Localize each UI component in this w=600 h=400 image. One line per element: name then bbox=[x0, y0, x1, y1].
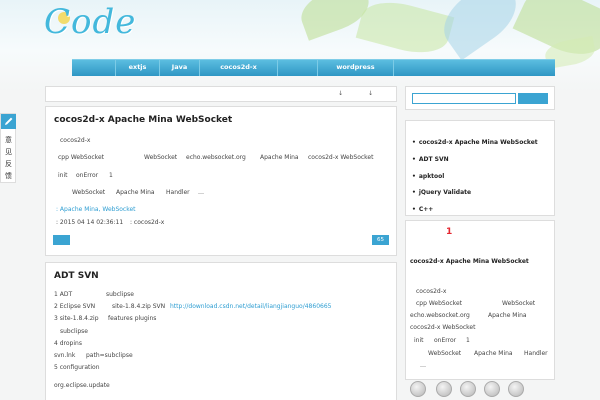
post-excerpt-text: path=subclipse bbox=[86, 352, 133, 359]
nav-item-java[interactable]: Java bbox=[160, 60, 200, 76]
post-title[interactable]: cocos2d-x Apache Mina WebSocket bbox=[54, 115, 232, 125]
search-widget bbox=[405, 86, 555, 110]
nav-item-more[interactable] bbox=[394, 60, 428, 76]
post-card: ADT SVN 1 ADT subclipse 2 Eclipse SVN si… bbox=[45, 262, 397, 400]
post-excerpt-text: site-1.8.4.zip SVN bbox=[112, 303, 166, 310]
recent-post-link[interactable]: apktool bbox=[412, 173, 445, 180]
site-logo[interactable]: Code bbox=[44, 2, 136, 42]
post-excerpt-text: WebSocket bbox=[144, 154, 178, 161]
rss-icon[interactable] bbox=[460, 381, 476, 397]
leaf-decoration bbox=[355, 0, 455, 61]
featured-excerpt: WebSocket bbox=[502, 300, 536, 307]
read-more-button[interactable] bbox=[53, 235, 70, 245]
post-card: cocos2d-x Apache Mina WebSocket cocos2d-… bbox=[45, 106, 397, 256]
featured-excerpt: WebSocket bbox=[428, 350, 462, 357]
post-excerpt-text: 5 configuration bbox=[54, 364, 100, 371]
nav-item-wordpress[interactable]: wordpress bbox=[318, 60, 394, 76]
post-excerpt-line: cocos2d-x bbox=[60, 137, 91, 144]
post-excerpt-text: echo.websocket.org bbox=[186, 154, 246, 161]
feedback-char: 反 bbox=[5, 160, 12, 168]
recent-post-link[interactable]: cocos2d-x Apache Mina WebSocket bbox=[412, 139, 538, 146]
email-icon[interactable] bbox=[484, 381, 500, 397]
main-nav: extjs Java cocos2d-x wordpress bbox=[72, 59, 555, 76]
pencil-icon[interactable] bbox=[1, 114, 16, 129]
featured-excerpt: cocos2d-x bbox=[416, 288, 447, 295]
sort-toolbar: ↓ ↓ bbox=[45, 86, 397, 102]
featured-post-widget: 1 cocos2d-x Apache Mina WebSocket cocos2… bbox=[405, 220, 555, 380]
sort-arrow-1[interactable]: ↓ bbox=[338, 90, 343, 97]
post-excerpt-text: … bbox=[198, 189, 204, 196]
post-excerpt-text: cpp WebSocket bbox=[58, 154, 104, 161]
feedback-char: 意 bbox=[5, 136, 12, 144]
featured-excerpt: Handler bbox=[524, 350, 548, 357]
post-excerpt-text: features plugins bbox=[108, 315, 157, 322]
post-excerpt-text: cocos2d-x WebSocket bbox=[308, 154, 374, 161]
post-excerpt-text: svn.lnk bbox=[54, 352, 76, 359]
featured-excerpt: cpp WebSocket bbox=[416, 300, 462, 307]
feedback-char: 馈 bbox=[5, 172, 12, 180]
post-excerpt-text: Apache Mina bbox=[116, 189, 155, 196]
recent-post-link[interactable]: C++ bbox=[412, 206, 433, 213]
featured-excerpt: 1 bbox=[466, 337, 470, 344]
featured-post-title[interactable]: cocos2d-x Apache Mina WebSocket bbox=[410, 258, 529, 265]
qq-icon[interactable] bbox=[436, 381, 452, 397]
post-excerpt-text: 2 Eclipse SVN bbox=[54, 303, 96, 310]
nav-item-blank[interactable] bbox=[278, 60, 318, 76]
featured-excerpt: echo.websocket.org bbox=[410, 312, 470, 319]
recent-posts-widget: cocos2d-x Apache Mina WebSocket ADT SVN … bbox=[405, 120, 555, 216]
search-input[interactable] bbox=[412, 93, 516, 104]
featured-excerpt: init bbox=[414, 337, 424, 344]
post-title[interactable]: ADT SVN bbox=[54, 271, 99, 281]
post-excerpt-text: init bbox=[58, 172, 68, 179]
post-excerpt-text: WebSocket bbox=[72, 189, 106, 196]
post-tags-link[interactable]: : Apache Mina, WebSocket bbox=[56, 206, 136, 213]
nav-item-cocos2d-x[interactable]: cocos2d-x bbox=[200, 60, 278, 76]
featured-excerpt: Apache Mina bbox=[474, 350, 513, 357]
post-category[interactable]: : cocos2d-x bbox=[130, 219, 164, 226]
site-header: Code bbox=[0, 0, 600, 92]
post-excerpt-text: subclipse bbox=[106, 291, 134, 298]
post-excerpt-text: 1 ADT bbox=[54, 291, 73, 298]
leaf-decoration bbox=[432, 0, 528, 61]
post-excerpt-text: org.eclipse.update bbox=[54, 382, 110, 389]
feedback-char: 见 bbox=[5, 148, 12, 156]
featured-excerpt: Apache Mina bbox=[488, 312, 527, 319]
post-excerpt-text: 1 bbox=[109, 172, 113, 179]
featured-excerpt: … bbox=[420, 362, 426, 369]
post-excerpt-text: 3 site-1.8.4.zip bbox=[54, 315, 99, 322]
post-excerpt-text: subclipse bbox=[60, 328, 88, 335]
post-excerpt-text: Apache Mina bbox=[260, 154, 299, 161]
share-icon[interactable] bbox=[508, 381, 524, 397]
featured-excerpt: cocos2d-x WebSocket bbox=[410, 324, 476, 331]
featured-rank-number: 1 bbox=[446, 227, 453, 237]
recent-post-link[interactable]: jQuery Validate bbox=[412, 189, 471, 196]
feedback-tab[interactable]: 意 见 反 馈 bbox=[0, 113, 16, 183]
post-date: : 2015 04 14 02:36:11 bbox=[56, 219, 124, 226]
search-button[interactable] bbox=[518, 93, 548, 104]
featured-excerpt: onError bbox=[434, 337, 457, 344]
weibo-icon[interactable] bbox=[410, 381, 426, 397]
nav-item-extjs[interactable]: extjs bbox=[116, 60, 160, 76]
post-excerpt-text: 4 dropins bbox=[54, 340, 82, 347]
post-excerpt-text: Handler bbox=[166, 189, 190, 196]
nav-item-home[interactable] bbox=[72, 60, 116, 76]
download-link[interactable]: http://download.csdn.net/detail/liangjia… bbox=[170, 303, 331, 310]
recent-post-link[interactable]: ADT SVN bbox=[412, 156, 449, 163]
post-excerpt-text: onError bbox=[76, 172, 99, 179]
view-count-badge: 65 bbox=[372, 235, 389, 245]
sort-arrow-2[interactable]: ↓ bbox=[368, 90, 373, 97]
